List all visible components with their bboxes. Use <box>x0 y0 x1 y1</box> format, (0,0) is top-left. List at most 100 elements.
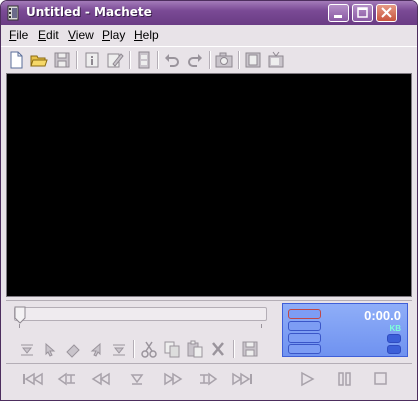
close-button[interactable] <box>376 4 397 22</box>
edit-tags-button[interactable] <box>105 50 125 70</box>
prev-mark-button[interactable] <box>55 369 79 389</box>
select-end-icon <box>90 342 101 357</box>
menu-help[interactable]: Help <box>134 28 159 42</box>
status-display: 0:00.0 KB <box>282 303 408 357</box>
cut-icon <box>141 341 157 358</box>
status-indicator-1 <box>288 309 321 319</box>
minimize-button[interactable] <box>328 4 349 22</box>
menu-edit[interactable]: Edit <box>38 28 59 42</box>
undo-icon <box>165 54 179 67</box>
info-button[interactable] <box>82 50 102 70</box>
maximize-icon <box>357 7 368 18</box>
copy-icon <box>164 341 180 358</box>
title-bar[interactable]: Untitled - Machete <box>1 1 417 25</box>
close-icon <box>381 7 392 18</box>
play-button[interactable] <box>295 369 319 389</box>
edit-tags-icon <box>107 53 124 68</box>
save-selection-icon <box>242 341 258 357</box>
toolbar-separator <box>238 51 240 69</box>
stop-icon <box>374 372 387 385</box>
open-button[interactable] <box>29 50 49 70</box>
redo-icon <box>188 54 202 67</box>
delete-button[interactable] <box>208 339 228 359</box>
open-folder-icon <box>30 55 48 67</box>
save-selection-button[interactable] <box>240 339 260 359</box>
edit-separator <box>133 340 135 358</box>
select-start-icon <box>45 342 56 357</box>
video-display[interactable] <box>6 73 412 297</box>
redo-button[interactable] <box>185 50 205 70</box>
new-file-button[interactable] <box>6 50 26 70</box>
select-end-button[interactable] <box>86 339 106 359</box>
mark-down-button[interactable] <box>125 369 149 389</box>
toolbar-separator <box>129 51 131 69</box>
fast-forward-button[interactable] <box>161 369 185 389</box>
rewind-button[interactable] <box>89 369 113 389</box>
edit-separator <box>233 340 235 358</box>
status-mini-indicator-1 <box>387 334 401 343</box>
seek-track[interactable] <box>14 307 267 321</box>
next-mark-button[interactable] <box>196 369 220 389</box>
menu-file[interactable]: File <box>9 28 28 42</box>
mark-down-icon <box>130 374 144 385</box>
pause-icon <box>338 372 351 386</box>
prev-mark-icon <box>57 372 75 386</box>
copy-button[interactable] <box>162 339 182 359</box>
window-title: Untitled - Machete <box>26 5 152 19</box>
stop-button[interactable] <box>368 369 392 389</box>
film-frames-button[interactable] <box>243 50 263 70</box>
tv-button[interactable] <box>266 50 286 70</box>
new-file-icon <box>10 51 23 69</box>
transport-separator <box>6 363 412 364</box>
toolbar-separator <box>157 51 159 69</box>
mark-out-icon <box>113 344 125 356</box>
film-frames-icon <box>245 52 261 68</box>
panel-divider <box>6 300 412 301</box>
go-start-button[interactable] <box>21 369 45 389</box>
menu-view[interactable]: View <box>68 28 94 42</box>
snapshot-button[interactable] <box>214 50 234 70</box>
menu-play[interactable]: Play <box>102 28 125 42</box>
cut-button[interactable] <box>139 339 159 359</box>
go-start-icon <box>23 372 43 386</box>
pause-button[interactable] <box>332 369 356 389</box>
status-indicator-4 <box>288 344 321 354</box>
mark-out-button[interactable] <box>109 339 129 359</box>
next-mark-icon <box>200 372 218 386</box>
eraser-icon <box>66 344 80 358</box>
status-indicator-2 <box>288 321 321 331</box>
paste-button[interactable] <box>185 339 205 359</box>
seek-tick-start <box>19 324 20 328</box>
app-icon[interactable] <box>6 5 22 21</box>
snapshot-icon <box>215 52 233 68</box>
app-window: Untitled - Machete File Edit View Play H… <box>0 0 418 401</box>
tv-icon <box>268 51 284 68</box>
menu-bar: File Edit View Play Help <box>1 25 417 45</box>
toolbar-separator <box>209 51 211 69</box>
status-indicator-3 <box>288 333 321 343</box>
eraser-button[interactable] <box>63 339 83 359</box>
main-toolbar <box>1 46 417 73</box>
save-button[interactable] <box>52 50 72 70</box>
play-icon <box>301 371 315 387</box>
maximize-button[interactable] <box>352 4 373 22</box>
seek-tick-end <box>261 324 262 328</box>
rewind-icon <box>91 372 110 386</box>
film-icon <box>138 51 150 69</box>
undo-button[interactable] <box>162 50 182 70</box>
info-icon <box>85 52 99 68</box>
select-start-button[interactable] <box>40 339 60 359</box>
film-button[interactable] <box>134 50 154 70</box>
go-end-icon <box>232 372 252 386</box>
seek-thumb[interactable] <box>14 306 26 324</box>
status-mini-indicator-2 <box>387 345 401 354</box>
paste-icon <box>187 340 203 358</box>
toolbar-separator <box>76 51 78 69</box>
fast-forward-icon <box>164 372 183 386</box>
delete-icon <box>212 342 224 356</box>
time-readout: 0:00.0 <box>364 308 401 323</box>
go-end-button[interactable] <box>230 369 254 389</box>
minimize-icon <box>334 15 342 18</box>
mark-in-button[interactable] <box>17 339 37 359</box>
mark-in-icon <box>21 344 33 356</box>
